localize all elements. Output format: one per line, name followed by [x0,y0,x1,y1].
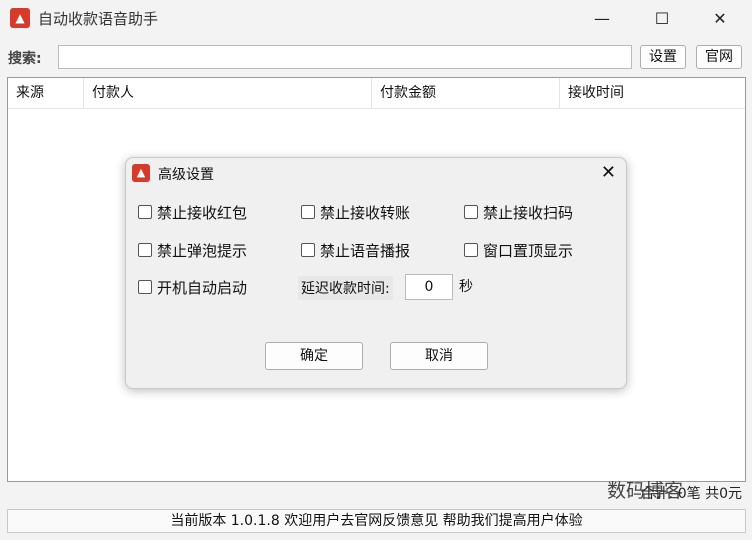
search-input[interactable] [58,45,632,69]
column-source[interactable]: 来源 [8,78,84,108]
column-time[interactable]: 接收时间 [560,78,745,108]
option-block-popup[interactable]: 禁止弹泡提示 [138,241,247,261]
list-header: 来源 付款人 付款金额 接收时间 [8,78,745,109]
option-window-top[interactable]: 窗口置顶显示 [464,241,573,261]
window-title: 自动收款语音助手 [38,10,159,28]
advanced-settings-dialog: ▲ 高级设置 ✕ 禁止接收红包 禁止接收转账 禁止接收扫码 禁止弹泡提示 禁止语… [125,157,627,389]
title-bar: ▲ 自动收款语音助手 — ☐ ✕ [0,0,752,38]
delay-input[interactable]: 0 [405,274,453,300]
option-block-scan[interactable]: 禁止接收扫码 [464,203,573,223]
option-block-transfer[interactable]: 禁止接收转账 [301,203,410,223]
close-button[interactable]: ✕ [700,6,740,32]
search-bar: 搜索: 设置 官网 [0,40,752,74]
cancel-button[interactable]: 取消 [390,342,488,370]
search-label: 搜索: [8,51,42,67]
dialog-close-button[interactable]: ✕ [601,162,616,183]
fox-logo-icon: ▲ [10,8,30,28]
delay-label: 延迟收款时间: [298,276,393,300]
dialog-title: 高级设置 [158,167,214,183]
checkbox-icon[interactable] [464,205,478,219]
checkbox-icon[interactable] [138,243,152,257]
settings-button[interactable]: 设置 [640,45,686,69]
column-payer[interactable]: 付款人 [84,78,372,108]
checkbox-icon[interactable] [464,243,478,257]
fox-logo-icon: ▲ [132,164,150,182]
checkbox-icon[interactable] [301,205,315,219]
minimize-button[interactable]: — [582,6,622,32]
option-auto-start[interactable]: 开机自动启动 [138,278,247,298]
option-block-voice[interactable]: 禁止语音播报 [301,241,410,261]
delay-unit: 秒 [459,279,473,295]
checkbox-icon[interactable] [138,280,152,294]
status-bar: 当前版本 1.0.1.8 欢迎用户去官网反馈意见 帮助我们提高用户体验 [7,509,746,533]
maximize-button[interactable]: ☐ [642,6,682,32]
watermark-text: 数码博客 [607,480,684,502]
column-amount[interactable]: 付款金额 [372,78,560,108]
website-button[interactable]: 官网 [696,45,742,69]
ok-button[interactable]: 确定 [265,342,363,370]
checkbox-icon[interactable] [301,243,315,257]
checkbox-icon[interactable] [138,205,152,219]
option-block-red-packet[interactable]: 禁止接收红包 [138,203,247,223]
